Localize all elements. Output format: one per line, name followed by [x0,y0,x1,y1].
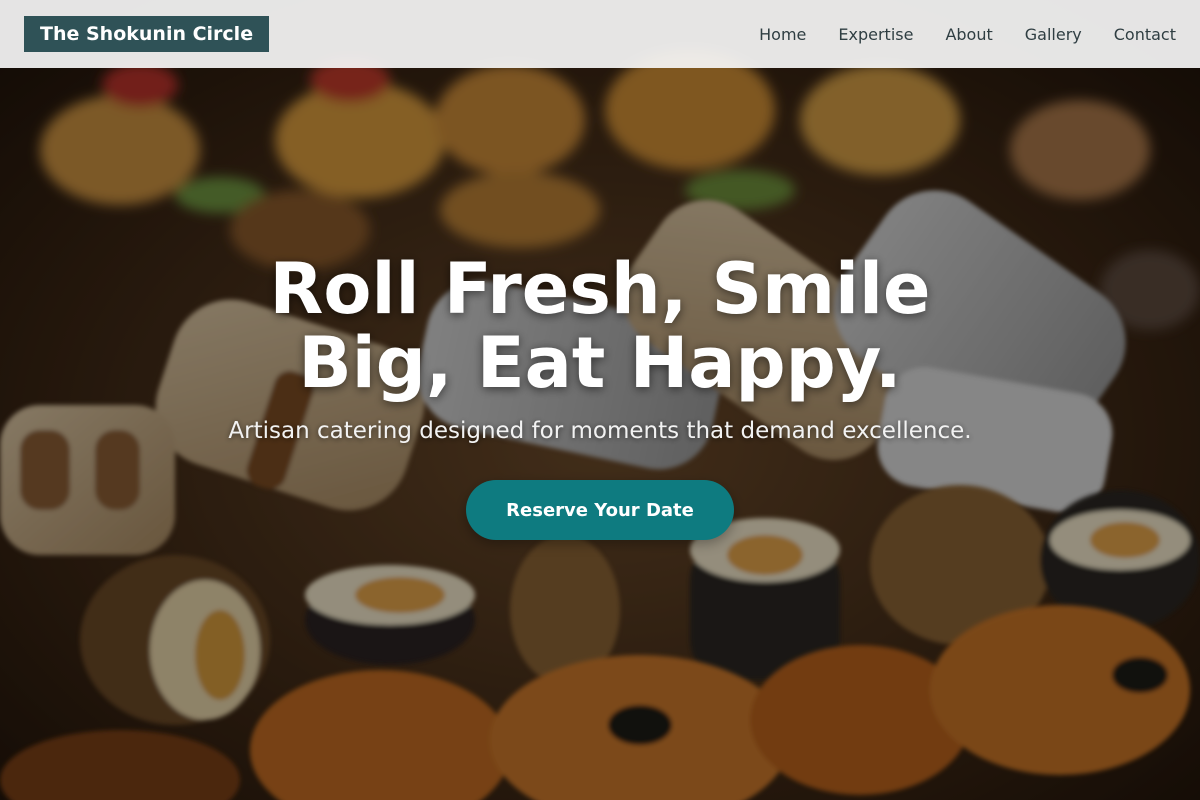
hero-subheadline: Artisan catering designed for moments th… [228,418,972,444]
hero-headline: Roll Fresh, Smile Big, Eat Happy. [269,248,931,404]
nav-links: Home Expertise About Gallery Contact [759,0,1176,68]
hero-content: Roll Fresh, Smile Big, Eat Happy. Artisa… [0,252,1200,540]
nav-link-about[interactable]: About [945,25,992,44]
hero-section: Roll Fresh, Smile Big, Eat Happy. Artisa… [0,0,1200,800]
nav-link-expertise[interactable]: Expertise [838,25,913,44]
top-navbar: The Shokunin Circle Home Expertise About… [0,0,1200,68]
nav-link-contact[interactable]: Contact [1114,25,1176,44]
nav-link-home[interactable]: Home [759,25,806,44]
reserve-date-button[interactable]: Reserve Your Date [466,480,734,540]
nav-link-gallery[interactable]: Gallery [1025,25,1082,44]
site-logo[interactable]: The Shokunin Circle [24,16,270,52]
